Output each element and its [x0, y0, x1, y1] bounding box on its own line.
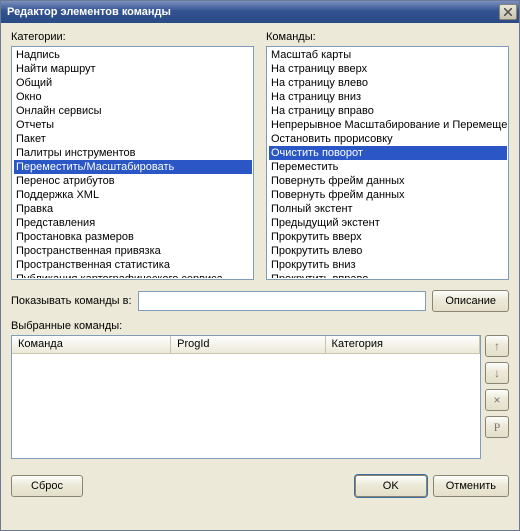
close-icon	[504, 8, 512, 16]
grid-col-category[interactable]: Категория	[326, 336, 480, 354]
command-item[interactable]: Прокрутить вниз	[269, 258, 507, 272]
category-item[interactable]: Переместить/Масштабировать	[14, 160, 252, 174]
category-item[interactable]: Публикация картографического сервиса	[14, 272, 252, 278]
description-button[interactable]: Описание	[432, 290, 509, 312]
category-item[interactable]: Отчеты	[14, 118, 252, 132]
categories-label: Категории:	[11, 31, 254, 43]
command-item[interactable]: Масштаб карты	[269, 48, 507, 62]
remove-button[interactable]: ×	[485, 389, 509, 411]
reset-button[interactable]: Сброс	[11, 475, 83, 497]
category-item[interactable]: Палитры инструментов	[14, 146, 252, 160]
category-item[interactable]: Окно	[14, 90, 252, 104]
ok-button[interactable]: OK	[355, 475, 427, 497]
move-down-button[interactable]: ↓	[485, 362, 509, 384]
category-item[interactable]: Найти маршрут	[14, 62, 252, 76]
category-item[interactable]: Поддержка XML	[14, 188, 252, 202]
category-item[interactable]: Правка	[14, 202, 252, 216]
command-item[interactable]: Переместить	[269, 160, 507, 174]
titlebar: Редактор элементов команды	[1, 1, 519, 23]
category-item[interactable]: Онлайн сервисы	[14, 104, 252, 118]
grid-col-command[interactable]: Команда	[12, 336, 171, 354]
category-item[interactable]: Пакет	[14, 132, 252, 146]
category-item[interactable]: Представления	[14, 216, 252, 230]
category-item[interactable]: Перенос атрибутов	[14, 174, 252, 188]
show-in-label: Показывать команды в:	[11, 295, 132, 307]
grid-header: Команда ProgId Категория	[12, 336, 480, 354]
category-item[interactable]: Общий	[14, 76, 252, 90]
move-up-button[interactable]: ↑	[485, 335, 509, 357]
selected-grid[interactable]: Команда ProgId Категория	[11, 335, 481, 459]
command-item[interactable]: На страницу вниз	[269, 90, 507, 104]
command-item[interactable]: Прокрутить вправо	[269, 272, 507, 278]
command-item[interactable]: Остановить прорисовку	[269, 132, 507, 146]
command-item[interactable]: Прокрутить влево	[269, 244, 507, 258]
command-item[interactable]: На страницу вверх	[269, 62, 507, 76]
grid-col-progid[interactable]: ProgId	[171, 336, 325, 354]
grid-body	[12, 354, 480, 458]
category-item[interactable]: Надпись	[14, 48, 252, 62]
category-item[interactable]: Простановка размеров	[14, 230, 252, 244]
command-item[interactable]: Прокрутить вверх	[269, 230, 507, 244]
command-item[interactable]: Очистить поворот	[269, 146, 507, 160]
command-item[interactable]: Непрерывное Масштабирование и Перемещени…	[269, 118, 507, 132]
command-item[interactable]: На страницу вправо	[269, 104, 507, 118]
category-item[interactable]: Пространственная статистика	[14, 258, 252, 272]
show-in-input[interactable]	[138, 291, 427, 311]
selected-label: Выбранные команды:	[11, 320, 509, 332]
window-title: Редактор элементов команды	[7, 6, 499, 18]
command-item[interactable]: Повернуть фрейм данных	[269, 174, 507, 188]
command-item[interactable]: Повернуть фрейм данных	[269, 188, 507, 202]
command-item[interactable]: На страницу влево	[269, 76, 507, 90]
commands-label: Команды:	[266, 31, 509, 43]
categories-listbox[interactable]: НадписьНайти маршрутОбщийОкноОнлайн серв…	[11, 46, 254, 280]
properties-button[interactable]: P	[485, 416, 509, 438]
cancel-button[interactable]: Отменить	[433, 475, 509, 497]
command-item[interactable]: Полный экстент	[269, 202, 507, 216]
close-button[interactable]	[499, 4, 517, 20]
category-item[interactable]: Пространственная привязка	[14, 244, 252, 258]
command-item[interactable]: Предыдущий экстент	[269, 216, 507, 230]
commands-listbox[interactable]: Масштаб картыНа страницу вверхНа страниц…	[266, 46, 509, 280]
